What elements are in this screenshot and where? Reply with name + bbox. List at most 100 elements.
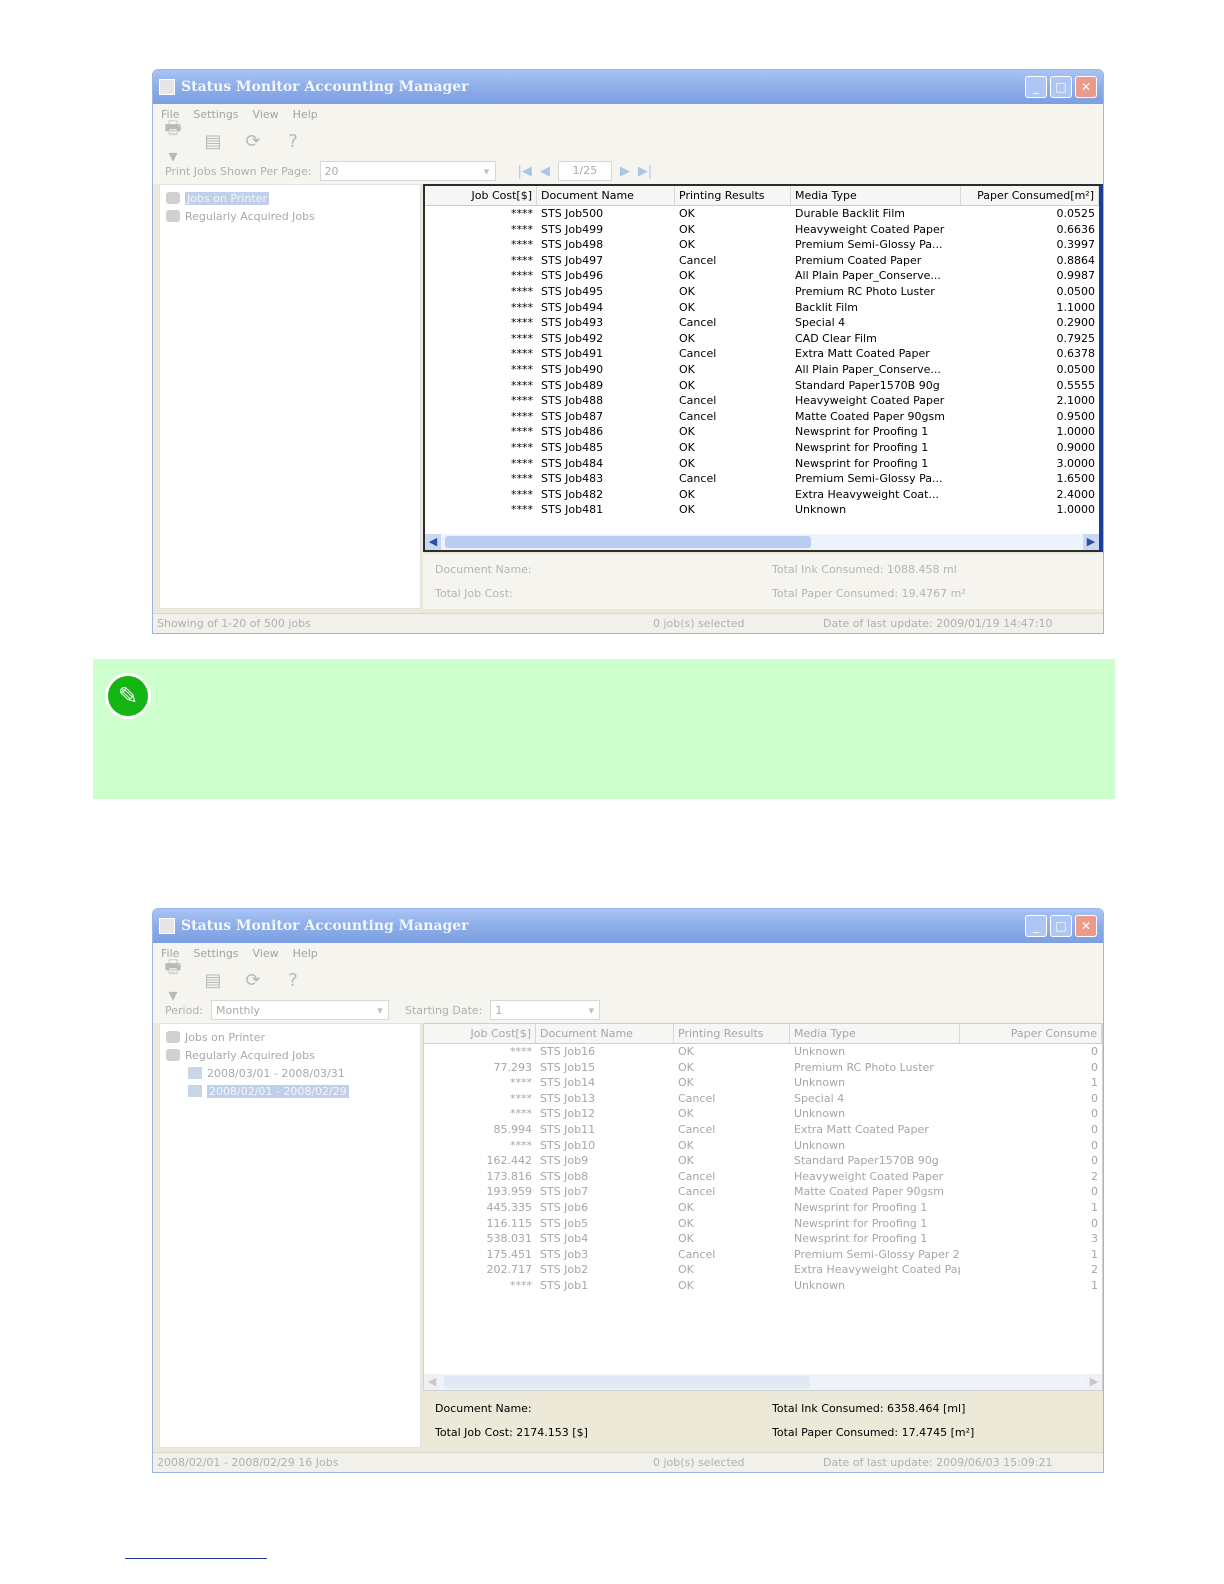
table-row[interactable]: **** STS Job1 OK Unknown 1 [424,1278,1102,1294]
table-row[interactable]: **** STS Job14 OK Unknown 1 [424,1075,1102,1091]
col-printing-results[interactable]: Printing Results [674,1024,790,1043]
tree-item-label: 2008/02/01 - 2008/02/29 [207,1084,349,1098]
tree-item-regularly-acquired-jobs[interactable]: Regularly Acquired Jobs [166,1046,414,1064]
table-row[interactable]: **** STS Job16 OK Unknown 0 [424,1044,1102,1060]
help-icon[interactable]: ? [281,970,305,991]
table-row[interactable]: **** STS Job13 Cancel Special 4 0 [424,1091,1102,1107]
col-printing-results[interactable]: Printing Results [675,186,791,205]
table-row[interactable]: **** STS Job481 OK Unknown 1.0000 [425,502,1099,518]
table-row[interactable]: **** STS Job484 OK Newsprint for Proofing 1… [425,456,1099,472]
table-row[interactable]: **** STS Job500 OK Durable Backlit Film 0.05… [425,206,1099,222]
col-media-type[interactable]: Media Type [790,1024,960,1043]
properties-icon[interactable]: ▤ [201,131,225,152]
tree-item-jobs-on-printer[interactable]: Jobs on Printer [166,1028,414,1046]
menu-help[interactable]: Help [293,947,318,960]
menu-settings[interactable]: Settings [193,108,238,121]
table-row[interactable]: **** STS Job489 OK Standard Paper1570B 90g 0… [425,378,1099,394]
cell-media-type: Heavyweight Coated Paper [794,1169,944,1183]
table-row[interactable]: **** STS Job495 OK Premium RC Photo Luster 0… [425,284,1099,300]
starting-date-select[interactable]: 1 ▾ [490,1000,601,1020]
scroll-thumb[interactable] [444,1376,810,1388]
menu-settings[interactable]: Settings [193,947,238,960]
refresh-icon[interactable]: ⟳ [241,970,265,991]
table-row[interactable]: **** STS Job494 OK Backlit Film 1.1000 [425,300,1099,316]
table-row[interactable]: **** STS Job482 OK Extra Heavyweight Coat..… [425,487,1099,503]
cell-media-type: Extra Heavyweight Coated Paper [794,1263,960,1277]
cell-paper-consumed: 0.7925 [1056,331,1096,345]
table-row[interactable]: **** STS Job491 Cancel Extra Matt Coated Pa… [425,346,1099,362]
tree-item-period-february[interactable]: 2008/02/01 - 2008/02/29 [166,1082,414,1100]
table-row[interactable]: **** STS Job499 OK Heavyweight Coated Paper… [425,222,1099,238]
table-row[interactable]: 116.115 STS Job5 OK Newsprint for Proofing … [424,1216,1102,1232]
next-page-icon[interactable]: ▶ [620,164,630,179]
col-paper-consumed[interactable]: Paper Consume [960,1024,1102,1043]
col-document-name[interactable]: Document Name [536,1024,674,1043]
col-job-cost[interactable]: Job Cost[$] [424,1024,536,1043]
scroll-left-icon[interactable]: ◀ [425,534,441,550]
menu-view[interactable]: View [253,947,279,960]
table-row[interactable]: **** STS Job492 OK CAD Clear Film 0.7925 [425,331,1099,347]
tree-item-regularly-acquired-jobs[interactable]: Regularly Acquired Jobs [166,207,414,225]
table-row[interactable]: **** STS Job486 OK Newsprint for Proofing 1… [425,424,1099,440]
maximize-button[interactable]: □ [1050,76,1072,98]
minimize-button[interactable]: _ [1025,76,1047,98]
cell-printing-result: OK [679,222,695,236]
last-page-icon[interactable]: ▶| [638,164,652,179]
help-icon[interactable]: ? [281,131,305,152]
table-row[interactable]: 538.031 STS Job4 OK Newsprint for Proofing … [424,1231,1102,1247]
col-paper-consumed[interactable]: Paper Consumed[m²] [961,186,1099,205]
col-document-name[interactable]: Document Name [537,186,675,205]
horizontal-scrollbar[interactable]: ◀ ▶ [425,534,1099,550]
cell-document-name: STS Job2 [540,1263,589,1277]
menu-help[interactable]: Help [293,108,318,121]
minimize-button[interactable]: _ [1025,915,1047,937]
table-row[interactable]: **** STS Job488 Cancel Heavyweight Coated P… [425,393,1099,409]
col-media-type[interactable]: Media Type [791,186,961,205]
table-row[interactable]: **** STS Job496 OK All Plain Paper_Conserve… [425,268,1099,284]
table-row[interactable]: 77.293 STS Job15 OK Premium RC Photo Luster… [424,1060,1102,1076]
maximize-button[interactable]: □ [1050,915,1072,937]
table-row[interactable]: 162.442 STS Job9 OK Standard Paper1570B 90g… [424,1153,1102,1169]
tree-item-period-march[interactable]: 2008/03/01 - 2008/03/31 [166,1064,414,1082]
horizontal-scrollbar[interactable]: ◀ ▶ [424,1374,1102,1390]
properties-icon[interactable]: ▤ [201,970,225,991]
table-row[interactable]: 193.959 STS Job7 Cancel Matte Coated Paper … [424,1184,1102,1200]
table-row[interactable]: 173.816 STS Job8 Cancel Heavyweight Coated … [424,1169,1102,1185]
table-row[interactable]: **** STS Job497 Cancel Premium Coated Paper… [425,253,1099,269]
scroll-right-icon[interactable]: ▶ [1083,534,1099,550]
table-row[interactable]: **** STS Job493 Cancel Special 4 0.2900 [425,315,1099,331]
scroll-thumb[interactable] [445,536,811,548]
export-icon[interactable]: 🖶▾ [161,116,185,167]
page-indicator[interactable]: 1/25 [557,161,612,181]
tree-item-jobs-on-printer[interactable]: Jobs on Printer [166,189,414,207]
prev-page-icon[interactable]: ◀ [540,164,550,179]
menu-view[interactable]: View [253,108,279,121]
table-row[interactable]: **** STS Job498 OK Premium Semi-Glossy Pa..… [425,237,1099,253]
table-row[interactable]: 175.451 STS Job3 Cancel Premium Semi-Glossy… [424,1247,1102,1263]
cell-document-name: STS Job12 [540,1107,596,1121]
cell-paper-consumed: 0.9500 [1056,409,1096,423]
refresh-icon[interactable]: ⟳ [241,131,265,152]
close-button[interactable]: ✕ [1075,76,1097,98]
table-row[interactable]: **** STS Job12 OK Unknown 0 [424,1106,1102,1122]
cell-paper-consumed: 1 [1091,1247,1098,1261]
col-job-cost[interactable]: Job Cost[$] [425,186,537,205]
period-select[interactable]: Monthly ▾ [211,1000,390,1020]
export-icon[interactable]: 🖶▾ [161,955,185,1006]
close-button[interactable]: ✕ [1075,915,1097,937]
table-row[interactable]: **** STS Job10 OK Unknown 0 [424,1138,1102,1154]
table-row[interactable]: 202.717 STS Job2 OK Extra Heavyweight Coate… [424,1262,1102,1278]
jobs-per-page-select[interactable]: 20 ▾ [319,161,496,181]
job-tree: Jobs on Printer Regularly Acquired Jobs [159,184,421,609]
table-row[interactable]: 445.335 STS Job6 OK Newsprint for Proofing … [424,1200,1102,1216]
cell-printing-result: OK [678,1263,694,1277]
table-row[interactable]: 85.994 STS Job11 Cancel Extra Matt Coated P… [424,1122,1102,1138]
table-row[interactable]: **** STS Job487 Cancel Matte Coated Paper 9… [425,409,1099,425]
scroll-right-icon[interactable]: ▶ [1086,1374,1102,1390]
first-page-icon[interactable]: |◀ [518,164,532,179]
table-row[interactable]: **** STS Job490 OK All Plain Paper_Conserve… [425,362,1099,378]
table-row[interactable]: **** STS Job485 OK Newsprint for Proofing 1… [425,440,1099,456]
scroll-left-icon[interactable]: ◀ [424,1374,440,1390]
cell-document-name: STS Job1 [540,1278,589,1292]
table-row[interactable]: **** STS Job483 Cancel Premium Semi-Glossy … [425,471,1099,487]
